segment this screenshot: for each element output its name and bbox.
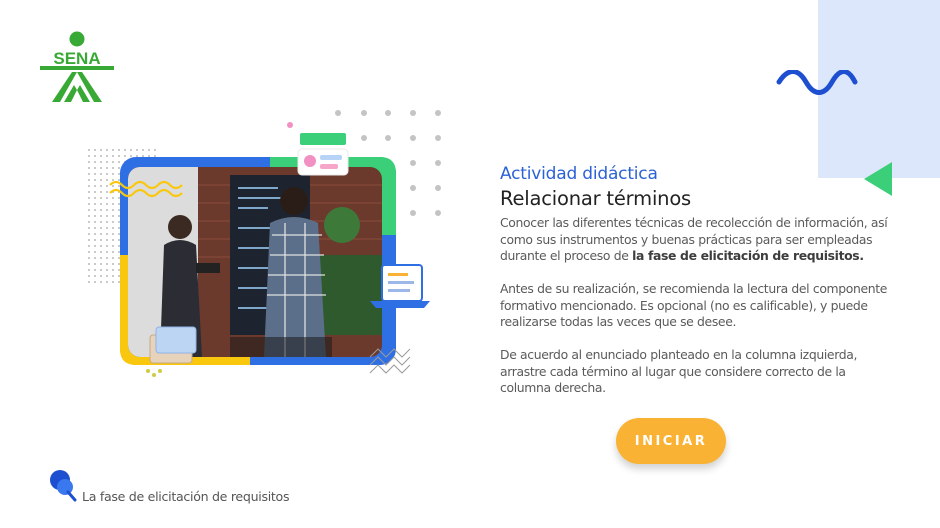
activity-title: Relacionar términos — [500, 187, 692, 210]
triangle-decoration — [864, 162, 892, 196]
intro-highlight: la fase de elicitación de requisitos. — [632, 248, 864, 264]
footer-caption: La fase de elicitación de requisitos — [82, 489, 290, 504]
team-illustration — [84, 110, 441, 377]
recommendation-paragraph: Antes de su realización, se recomienda l… — [500, 281, 888, 330]
activity-slide: SENA Actividad didáctica Relacionar térm… — [0, 0, 940, 528]
activity-kicker: Actividad didáctica — [500, 164, 658, 184]
start-button[interactable]: INICIAR — [616, 418, 726, 464]
sena-logo: SENA — [40, 31, 114, 102]
instructions-paragraph: De acuerdo al enunciado planteado en la … — [500, 347, 858, 396]
wave-decoration — [776, 70, 858, 95]
svg-text:SENA: SENA — [53, 49, 100, 68]
pushpin-icon — [50, 470, 77, 502]
intro-paragraph: Conocer las diferentes técnicas de recol… — [500, 215, 890, 265]
